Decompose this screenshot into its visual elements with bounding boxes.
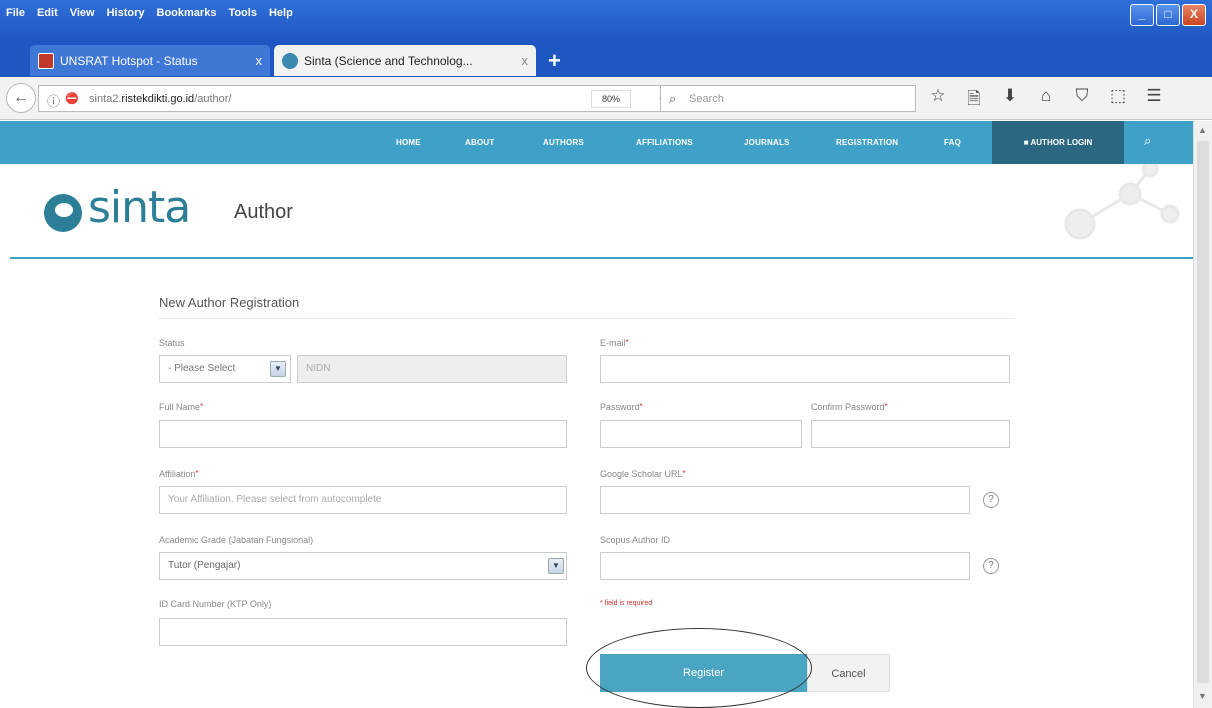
author-login-label: AUTHOR LOGIN — [1030, 138, 1093, 147]
tab-sinta[interactable]: Sinta (Science and Technolog... x — [274, 45, 536, 76]
academic-grade-select[interactable]: Tutor (Pengajar) — [159, 552, 567, 580]
scopus-label: Scopus Author ID — [600, 535, 671, 545]
nav-faq[interactable]: FAQ — [944, 121, 961, 164]
menu-history[interactable]: History — [107, 7, 145, 19]
affiliation-field[interactable]: Your Affiliation. Please select from aut… — [159, 486, 567, 514]
toolbar-icons: ☆ 🗎 ⬇ ⌂ ⛉ ⬚ ☰ — [920, 86, 1172, 115]
status-label: Status — [159, 338, 185, 348]
browser-search-input[interactable]: ⌕ Search — [660, 85, 916, 112]
sinta-logo-icon[interactable] — [44, 194, 82, 232]
sinta-logo[interactable]: sinta — [88, 182, 191, 233]
status-value: - Please Select — [168, 363, 236, 374]
password-label: Password* — [600, 402, 643, 412]
menu-edit[interactable]: Edit — [37, 7, 58, 19]
google-scholar-field[interactable] — [600, 486, 970, 514]
page-scrollbar[interactable]: ▲ ▼ — [1193, 121, 1212, 708]
download-icon[interactable]: ⬇ — [992, 86, 1028, 115]
nidn-field: NIDN — [297, 355, 567, 383]
window-controls: _ □ X — [1130, 4, 1206, 26]
nav-home[interactable]: HOME — [396, 121, 421, 164]
full-name-field[interactable] — [159, 420, 567, 448]
tab-title: UNSRAT Hotspot - Status — [60, 53, 198, 68]
google-scholar-help-icon[interactable]: ? — [983, 492, 999, 508]
browser-navbar: ← ⓘ ⛔ sinta2.ristekdikti.go.id/author/ 8… — [0, 77, 1212, 120]
google-scholar-label: Google Scholar URL* — [600, 469, 686, 479]
confirm-password-field[interactable] — [811, 420, 1010, 448]
user-icon: ■ — [1023, 138, 1029, 147]
reading-list-icon[interactable]: 🗎 — [956, 86, 992, 115]
url-bar[interactable]: ⓘ ⛔ sinta2.ristekdikti.go.id/author/ 80%… — [38, 85, 690, 112]
browser-titlebar: File Edit View History Bookmarks Tools H… — [0, 0, 1212, 40]
academic-grade-value: Tutor (Pengajar) — [168, 560, 241, 571]
site-nav: HOME ABOUT AUTHORS AFFILIATIONS JOURNALS… — [0, 121, 1193, 164]
menu-file[interactable]: File — [6, 7, 25, 19]
author-login-button[interactable]: ■ AUTHOR LOGIN — [992, 121, 1124, 164]
nidn-placeholder: NIDN — [306, 363, 331, 374]
cancel-button[interactable]: Cancel — [807, 654, 890, 692]
header-divider — [10, 257, 1193, 259]
page-header: sinta Author — [0, 164, 1193, 259]
insecure-lock-icon[interactable]: ⛔ — [65, 92, 79, 105]
affiliation-placeholder: Your Affiliation. Please select from aut… — [168, 494, 382, 505]
form-heading: New Author Registration — [159, 295, 300, 310]
academic-grade-chevron-down-icon[interactable]: ▼ — [548, 558, 564, 574]
nav-about[interactable]: ABOUT — [465, 121, 494, 164]
url-text: sinta2.ristekdikti.go.id/author/ — [89, 93, 232, 105]
molecule-decoration-icon — [1064, 164, 1180, 240]
tab-title: Sinta (Science and Technolog... — [304, 53, 473, 68]
menu-bookmarks[interactable]: Bookmarks — [157, 7, 217, 19]
menu-view[interactable]: View — [70, 7, 95, 19]
back-button[interactable]: ← — [6, 83, 36, 113]
close-window-button[interactable]: X — [1182, 4, 1206, 26]
status-chevron-down-icon[interactable]: ▼ — [270, 361, 286, 377]
affiliation-label: Affiliation* — [159, 469, 199, 479]
scopus-help-icon[interactable]: ? — [983, 558, 999, 574]
confirm-password-label: Confirm Password* — [811, 402, 888, 412]
required-note: * field is required — [600, 600, 653, 607]
site-search-icon[interactable]: ⌕ — [1144, 133, 1151, 149]
nav-registration[interactable]: REGISTRATION — [836, 121, 898, 164]
register-button[interactable]: Register — [600, 654, 807, 692]
tab-close-icon[interactable]: x — [522, 53, 529, 68]
menu-help[interactable]: Help — [269, 7, 293, 19]
id-card-field[interactable] — [159, 618, 567, 646]
academic-grade-label: Academic Grade (Jabatan Fungsional) — [159, 535, 314, 545]
nav-authors[interactable]: AUTHORS — [543, 121, 584, 164]
menu-tools[interactable]: Tools — [228, 7, 257, 19]
nav-affiliations[interactable]: AFFILIATIONS — [636, 121, 693, 164]
tab-close-icon[interactable]: x — [256, 53, 263, 68]
pocket-icon[interactable]: ⛉ — [1064, 86, 1100, 115]
full-name-label: Full Name* — [159, 402, 204, 412]
scroll-up-icon[interactable]: ▲ — [1198, 125, 1207, 135]
page-title: Author — [234, 201, 293, 223]
nav-journals[interactable]: JOURNALS — [744, 121, 790, 164]
info-icon[interactable]: ⓘ — [47, 91, 60, 110]
scroll-thumb[interactable] — [1197, 141, 1209, 683]
menu-bar: File Edit View History Bookmarks Tools H… — [6, 7, 293, 19]
scopus-field[interactable] — [600, 552, 970, 580]
tab-unsrat-hotspot[interactable]: UNSRAT Hotspot - Status x — [30, 45, 270, 76]
bookmark-star-icon[interactable]: ☆ — [920, 86, 956, 115]
search-icon: ⌕ — [669, 91, 677, 106]
zoom-level[interactable]: 80% — [591, 90, 631, 108]
minimize-button[interactable]: _ — [1130, 4, 1154, 26]
maximize-button[interactable]: □ — [1156, 4, 1180, 26]
chat-icon[interactable]: ⬚ — [1100, 86, 1136, 115]
search-placeholder: Search — [689, 93, 724, 105]
new-tab-button[interactable]: + — [548, 48, 561, 74]
tab-strip: UNSRAT Hotspot - Status x Sinta (Science… — [0, 40, 1212, 77]
id-card-label: ID Card Number (KTP Only) — [159, 599, 272, 609]
scroll-down-icon[interactable]: ▼ — [1198, 691, 1207, 701]
email-label: E-mail* — [600, 338, 629, 348]
home-icon[interactable]: ⌂ — [1028, 86, 1064, 115]
sinta-favicon-icon — [282, 52, 298, 69]
password-field[interactable] — [600, 420, 802, 448]
email-field[interactable] — [600, 355, 1010, 383]
unsrat-favicon-icon — [38, 52, 54, 69]
form-divider — [159, 318, 1015, 319]
hamburger-menu-icon[interactable]: ☰ — [1136, 86, 1172, 115]
